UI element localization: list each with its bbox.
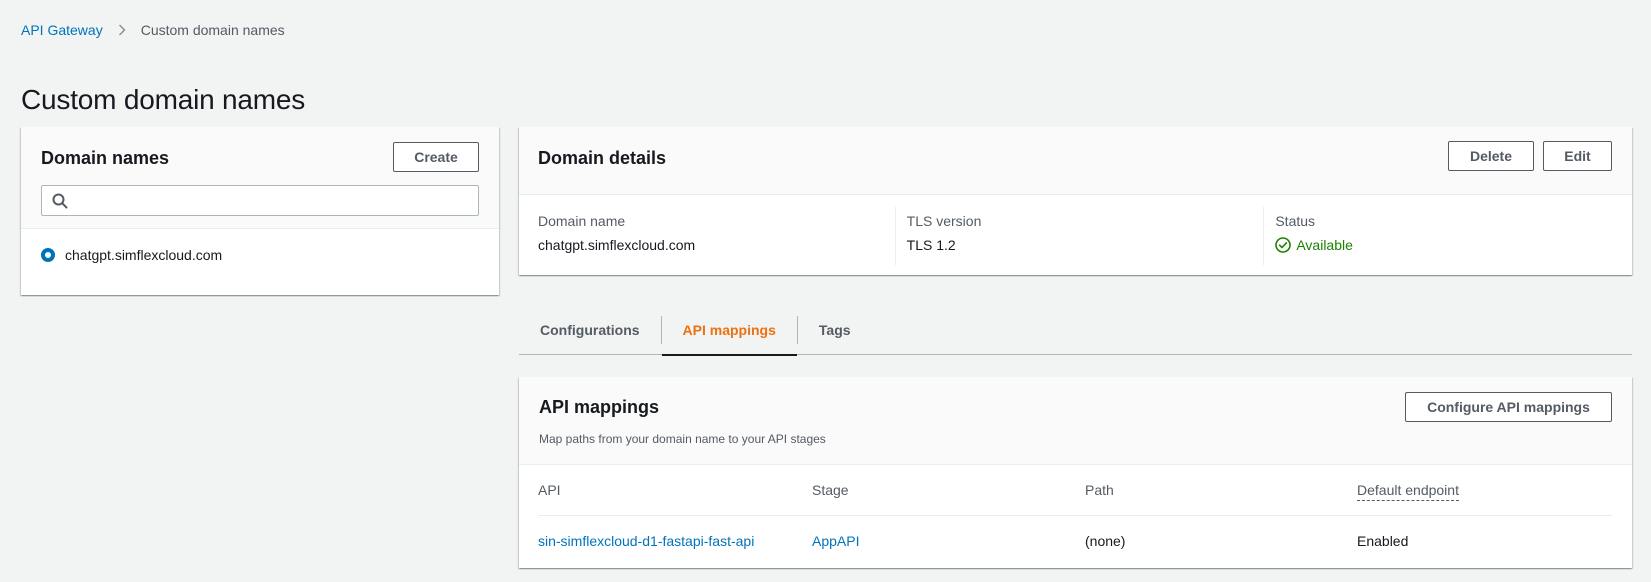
tls-version-label: TLS version (906, 213, 982, 229)
chevron-right-icon (117, 23, 127, 37)
column-header-default-endpoint-wrap: Default endpoint (1357, 482, 1612, 501)
table-row: sin-simflexcloud-d1-fastapi-fast-api App… (538, 516, 1612, 565)
domain-details-columns: Domain name chatgpt.simflexcloud.com TLS… (519, 195, 1632, 275)
column-header-stage: Stage (812, 482, 849, 498)
tab-bar: Configurations API mappings Tags (519, 305, 1632, 356)
tls-version-column: TLS version TLS 1.2 (896, 207, 1265, 265)
delete-button[interactable]: Delete (1448, 141, 1534, 171)
domain-details-panel: Domain details Delete Edit Domain name c… (519, 127, 1632, 275)
breadcrumb: API Gateway Custom domain names (21, 22, 285, 38)
domain-name-value: chatgpt.simflexcloud.com (538, 237, 696, 253)
tab-tags[interactable]: Tags (798, 305, 872, 355)
domain-list-item-label: chatgpt.simflexcloud.com (65, 247, 223, 263)
column-header-api: API (538, 482, 561, 498)
page-title: Custom domain names (21, 84, 306, 115)
column-header-path: Path (1085, 482, 1114, 498)
domain-radio-button[interactable] (41, 248, 55, 262)
edit-button[interactable]: Edit (1543, 141, 1612, 171)
api-mappings-title: API mappings (539, 397, 660, 417)
domain-names-title: Domain names (41, 148, 170, 168)
table-header-row: API Stage Path Default endpoint (538, 465, 1612, 516)
api-mappings-header: API mappings Map paths from your domain … (519, 377, 1632, 465)
api-mappings-description: Map paths from your domain name to your … (539, 432, 826, 446)
breadcrumb-api-gateway-link[interactable]: API Gateway (21, 22, 103, 38)
status-value: Available (1296, 237, 1353, 253)
stage-link[interactable]: AppAPI (812, 533, 859, 549)
check-circle-icon (1275, 237, 1292, 253)
search-icon (52, 193, 68, 209)
domain-list-item[interactable]: chatgpt.simflexcloud.com (41, 247, 222, 263)
domain-search-input[interactable] (76, 186, 478, 215)
domain-details-header: Domain details Delete Edit (519, 127, 1632, 195)
status-label: Status (1275, 213, 1316, 229)
api-link[interactable]: sin-simflexcloud-d1-fastapi-fast-api (538, 533, 754, 549)
tab-api-mappings[interactable]: API mappings (661, 305, 798, 356)
tls-version-value: TLS 1.2 (906, 237, 956, 253)
column-header-default-endpoint[interactable]: Default endpoint (1357, 482, 1459, 501)
domain-search-box (41, 185, 479, 216)
domain-names-header: Domain names Create (21, 127, 499, 229)
path-cell: (none) (1085, 532, 1126, 549)
domain-names-panel: Domain names Create chatgpt.simflexcloud… (21, 127, 499, 295)
status-badge: Available (1275, 237, 1632, 253)
create-button[interactable]: Create (393, 142, 479, 172)
breadcrumb-current: Custom domain names (140, 22, 285, 38)
api-mappings-panel: API mappings Map paths from your domain … (519, 377, 1632, 568)
domain-name-column: Domain name chatgpt.simflexcloud.com (519, 207, 896, 265)
domain-details-title: Domain details (538, 148, 667, 168)
api-mappings-table: API Stage Path Default endpoint sin-simf… (538, 465, 1612, 565)
tab-configurations[interactable]: Configurations (519, 305, 661, 355)
status-column: Status Available (1264, 207, 1632, 265)
domain-name-label: Domain name (538, 213, 626, 229)
configure-api-mappings-button[interactable]: Configure API mappings (1405, 392, 1612, 422)
default-endpoint-cell: Enabled (1357, 532, 1409, 549)
